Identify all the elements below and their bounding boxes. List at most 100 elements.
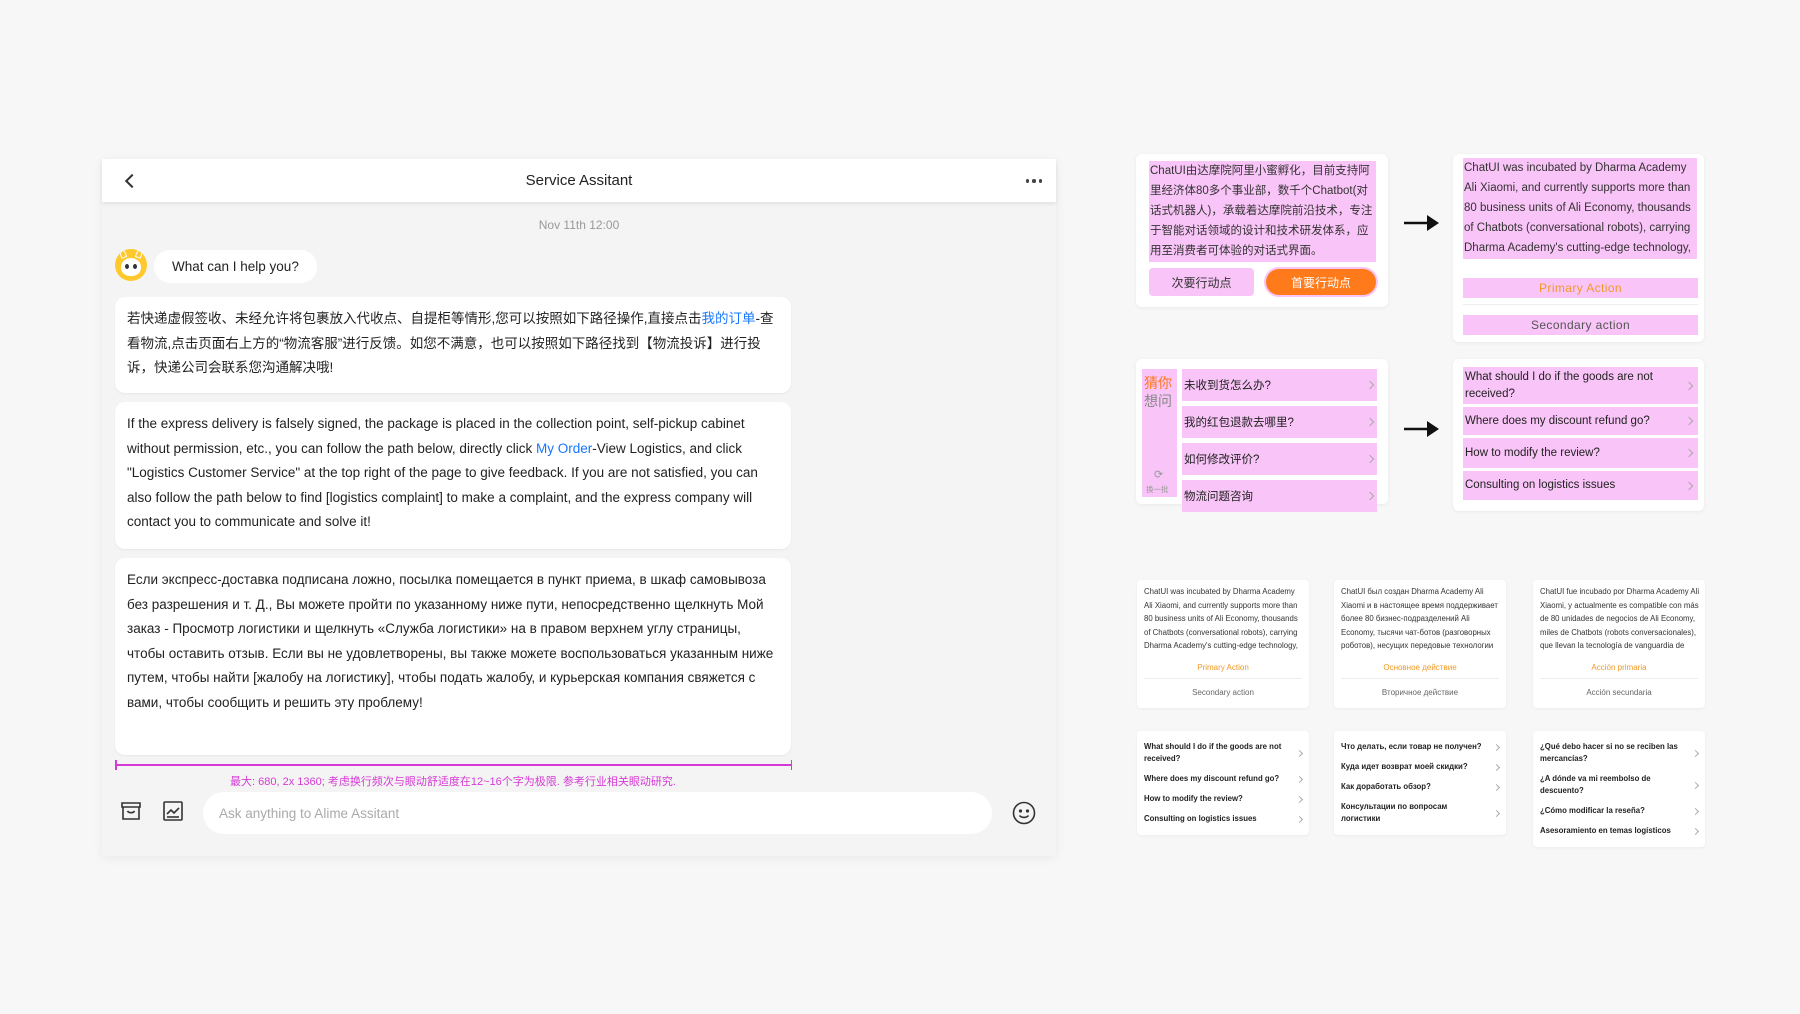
faq-item[interactable]: 如何修改评价? bbox=[1182, 443, 1377, 475]
faq-item[interactable]: What should I do if the goods are not re… bbox=[1463, 367, 1698, 407]
faq-item-label: Консультации по вопросам логистики bbox=[1341, 802, 1448, 823]
chevron-right-icon bbox=[1492, 763, 1501, 771]
avatar-ear bbox=[134, 249, 144, 259]
faq-item[interactable]: How to modify the review? bbox=[1463, 438, 1698, 471]
my-order-link[interactable]: My Order bbox=[536, 441, 592, 456]
faq-item-label: Что делать, если товар не получен? bbox=[1341, 742, 1482, 751]
chevron-right-icon bbox=[1365, 454, 1375, 464]
arrow-right-icon bbox=[1404, 421, 1439, 437]
faq-item[interactable]: ¿Qué debo hacer si no se reciben las mer… bbox=[1540, 737, 1700, 769]
measure-tick bbox=[790, 760, 792, 770]
faq-item[interactable]: What should I do if the goods are not re… bbox=[1144, 737, 1304, 769]
bot-avatar bbox=[115, 249, 147, 281]
measure-annotation: 最大: 680, 2x 1360; 考虑换行频次与眼动舒适度在12~16个字为极… bbox=[230, 776, 676, 788]
faq-item-label: 我的红包退款去哪里? bbox=[1184, 417, 1294, 429]
card-text: ChatUI was incubated by Dharma Academy A… bbox=[1144, 587, 1298, 651]
faq-item-label: Consulting on logistics issues bbox=[1465, 479, 1616, 491]
small-card-en: ChatUI was incubated by Dharma Academy A… bbox=[1137, 580, 1309, 708]
secondary-action-button[interactable]: Acción secundaria bbox=[1533, 688, 1705, 697]
my-order-link[interactable]: 我的订单 bbox=[702, 311, 756, 326]
faq-item-label: Consulting on logistics issues bbox=[1144, 814, 1257, 823]
faq-list: What should I do if the goods are not re… bbox=[1137, 731, 1309, 835]
faq-side-top: 猜你 bbox=[1144, 375, 1172, 391]
chevron-right-icon bbox=[1295, 815, 1304, 823]
card-text: ChatUI was incubated by Dharma Academy A… bbox=[1463, 158, 1697, 259]
arrow-right-icon bbox=[1404, 215, 1439, 231]
chevron-right-icon bbox=[1691, 781, 1700, 789]
faq-item[interactable]: ¿A dónde va mi reembolso de descuento? bbox=[1540, 769, 1700, 801]
emoji-button[interactable] bbox=[1011, 800, 1037, 826]
faq-item[interactable]: Консультации по вопросам логистики bbox=[1341, 797, 1501, 829]
chevron-right-icon bbox=[1295, 795, 1304, 803]
refresh-icon[interactable]: ⟳ bbox=[1154, 468, 1163, 481]
primary-action-button[interactable]: Primary Action bbox=[1137, 663, 1309, 672]
more-button[interactable] bbox=[1022, 169, 1046, 193]
avatar-eye bbox=[125, 264, 129, 269]
faq-item[interactable]: Consulting on logistics issues bbox=[1144, 809, 1304, 829]
chevron-right-icon bbox=[1365, 380, 1375, 390]
faq-item[interactable]: Как доработать обзор? bbox=[1341, 777, 1501, 797]
secondary-action-button[interactable]: Secondary action bbox=[1137, 688, 1309, 697]
primary-action-button[interactable]: Primary Action bbox=[1463, 278, 1698, 298]
chevron-right-icon bbox=[1365, 491, 1375, 501]
chat-window: Service Assitant Nov 11th 12:00 What can… bbox=[102, 159, 1056, 856]
faq-item-label: What should I do if the goods are not re… bbox=[1144, 742, 1282, 763]
chevron-right-icon bbox=[1492, 783, 1501, 791]
message-bubble-en: If the express delivery is falsely signe… bbox=[115, 402, 791, 549]
primary-action-button[interactable]: 首要行动点 bbox=[1266, 269, 1376, 295]
faq-item[interactable]: Asesoramiento en temas logísticos bbox=[1540, 821, 1700, 841]
chevron-right-icon bbox=[1691, 749, 1700, 757]
chevron-right-icon bbox=[1365, 417, 1375, 427]
secondary-action-button[interactable]: 次要行动点 bbox=[1149, 268, 1254, 296]
faq-item[interactable]: Что делать, если товар не получен? bbox=[1341, 737, 1501, 757]
chevron-right-icon bbox=[1684, 381, 1694, 390]
faq-item[interactable]: Куда идет возврат моей скидки? bbox=[1341, 757, 1501, 777]
faq-list: What should I do if the goods are not re… bbox=[1463, 367, 1698, 500]
faq-item[interactable]: Where does my discount refund go? bbox=[1463, 407, 1698, 438]
more-dot bbox=[1032, 179, 1036, 183]
measure-tick bbox=[115, 760, 117, 770]
width-measure-line bbox=[115, 760, 792, 770]
faq-card-zh: 猜你 想问 ⟳ 换一批 未收到货怎么办? 我的红包退款去哪里? 如何修改评价? … bbox=[1136, 359, 1388, 512]
faq-item-label: What should I do if the goods are not re… bbox=[1465, 370, 1653, 400]
faq-item[interactable]: 物流问题咨询 bbox=[1182, 480, 1377, 512]
faq-item-label: 未收到货怎么办? bbox=[1184, 380, 1271, 392]
refresh-label[interactable]: 换一批 bbox=[1146, 484, 1169, 495]
chevron-right-icon bbox=[1691, 827, 1700, 835]
chevron-right-icon bbox=[1684, 416, 1694, 426]
faq-list: ¿Qué debo hacer si no se reciben las mer… bbox=[1533, 731, 1705, 847]
avatar-face bbox=[121, 258, 141, 276]
secondary-action-button[interactable]: Secondary action bbox=[1463, 315, 1698, 335]
message-bubble-ru: Если экспресс-доставка подписана ложно, … bbox=[115, 558, 791, 755]
faq-item[interactable]: 未收到货怎么办? bbox=[1182, 369, 1377, 401]
faq-item[interactable]: Consulting on logistics issues bbox=[1463, 471, 1698, 500]
faq-item-label: ¿Qué debo hacer si no se reciben las mer… bbox=[1540, 742, 1678, 763]
faq-item[interactable]: 我的红包退款去哪里? bbox=[1182, 406, 1377, 438]
small-faq-card-ru: Что делать, если товар не получен? Куда … bbox=[1334, 731, 1506, 835]
more-dot bbox=[1038, 179, 1043, 183]
secondary-action-button[interactable]: Вторичное действие bbox=[1334, 688, 1506, 697]
message-input[interactable] bbox=[203, 792, 992, 834]
faq-list: 未收到货怎么办? 我的红包退款去哪里? 如何修改评价? 物流问题咨询 bbox=[1182, 369, 1377, 512]
chevron-left-icon bbox=[124, 173, 140, 189]
message-timestamp: Nov 11th 12:00 bbox=[538, 218, 620, 232]
divider bbox=[1463, 304, 1698, 305]
faq-item[interactable]: Where does my discount refund go? bbox=[1144, 769, 1304, 789]
faq-list: Что делать, если товар не получен? Куда … bbox=[1334, 731, 1506, 835]
chart-button[interactable] bbox=[161, 799, 185, 823]
faq-side-bottom: 想问 bbox=[1144, 393, 1172, 409]
faq-card-en: What should I do if the goods are not re… bbox=[1453, 359, 1704, 511]
avatar-ear bbox=[118, 249, 128, 259]
faq-item[interactable]: How to modify the review? bbox=[1144, 789, 1304, 809]
primary-action-button[interactable]: Основное действие bbox=[1334, 663, 1506, 672]
back-button[interactable] bbox=[114, 165, 146, 197]
small-card-ru: ChatUI был создан Dharma Academy Ali Xia… bbox=[1334, 580, 1506, 708]
chevron-right-icon bbox=[1295, 775, 1304, 783]
small-faq-card-en: What should I do if the goods are not re… bbox=[1137, 731, 1309, 835]
faq-item[interactable]: ¿Cómo modificar la reseña? bbox=[1540, 801, 1700, 821]
small-card-es: ChatUI fue incubado por Dharma Academy A… bbox=[1533, 580, 1705, 708]
shop-button[interactable] bbox=[119, 799, 143, 823]
primary-action-button[interactable]: Acción primaria bbox=[1533, 663, 1705, 672]
divider bbox=[1144, 678, 1302, 679]
faq-item-label: ¿Cómo modificar la reseña? bbox=[1540, 806, 1645, 815]
